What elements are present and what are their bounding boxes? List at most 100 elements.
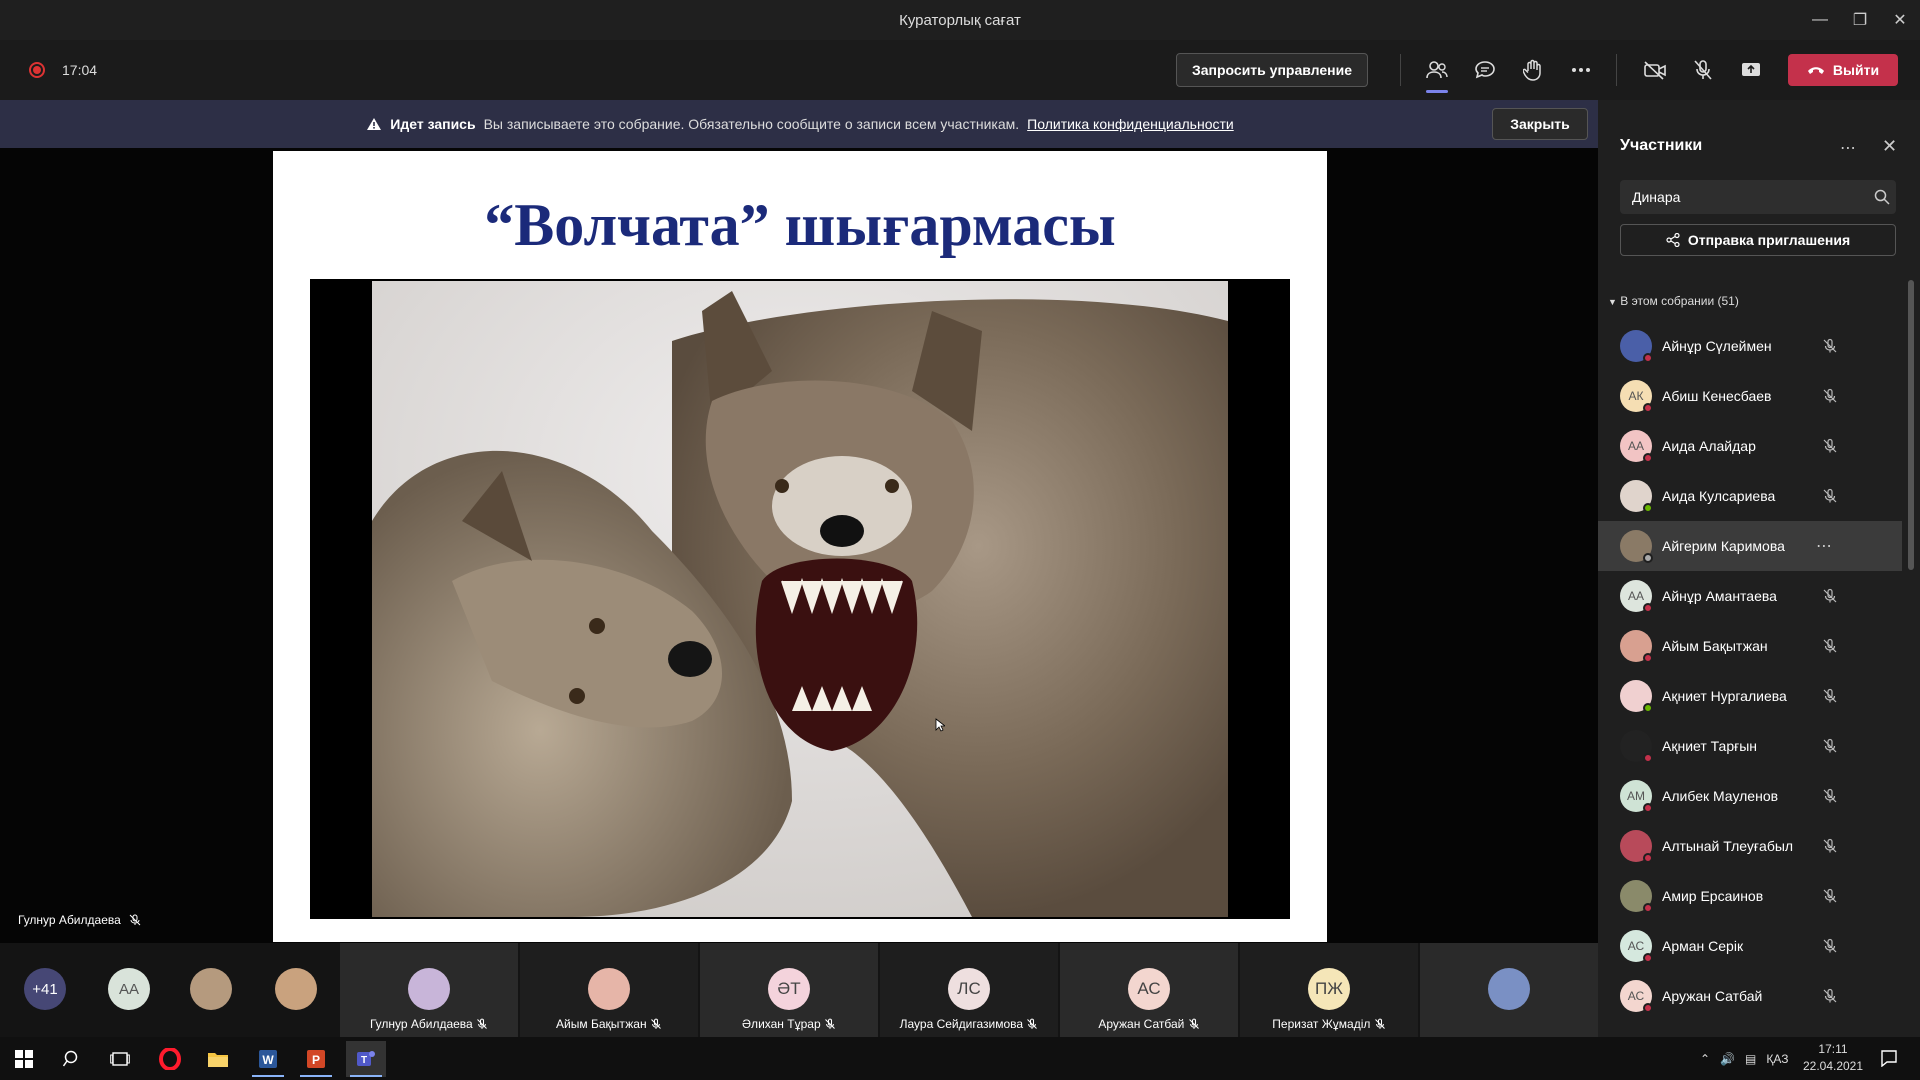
- panel-more-icon[interactable]: ⋯: [1840, 138, 1856, 158]
- windows-start-icon[interactable]: [4, 1041, 44, 1077]
- participant-row[interactable]: Айнұр Сүлеймен: [1598, 321, 1902, 371]
- participant-row[interactable]: АС Аружан Сатбай: [1598, 971, 1902, 1021]
- gallery-avatar[interactable]: [190, 968, 232, 1010]
- video-tile[interactable]: ӘТ Әлихан Тұрар: [700, 943, 878, 1037]
- participant-search-input[interactable]: [1620, 180, 1896, 214]
- participant-gallery: +41 АА Гулнур Абилдаева Айым Бақытжан ӘТ…: [0, 943, 1598, 1037]
- chat-icon[interactable]: [1470, 55, 1500, 85]
- network-icon[interactable]: ▤: [1745, 1052, 1756, 1066]
- participant-more-icon[interactable]: ⋯: [1816, 536, 1832, 556]
- send-invite-button[interactable]: Отправка приглашения: [1620, 224, 1896, 256]
- tile-name-text: Айым Бақытжан: [556, 1017, 647, 1031]
- muted-mic-icon: [1822, 838, 1838, 854]
- privacy-policy-link[interactable]: Политика конфиденциальности: [1027, 116, 1234, 132]
- video-tile[interactable]: ПЖ Перизат Жұмаділ: [1240, 943, 1418, 1037]
- participant-name: Аида Кулсариева: [1662, 488, 1776, 504]
- muted-mic-icon: [1822, 888, 1838, 904]
- meeting-timer: 17:04: [62, 62, 98, 78]
- minimize-icon[interactable]: —: [1800, 0, 1840, 40]
- teams-icon[interactable]: T: [346, 1041, 386, 1077]
- tile-name: Аружан Сатбай: [1060, 1017, 1238, 1031]
- camera-off-icon[interactable]: [1640, 55, 1670, 85]
- participant-list: Айнұр Сүлеймен АК Абиш Кенесбаев АА Аида Ала…: [1598, 321, 1902, 1021]
- keyboard-language[interactable]: ҚАЗ: [1766, 1052, 1788, 1066]
- video-tile[interactable]: Айым Бақытжан: [520, 943, 698, 1037]
- muted-mic-icon: [1822, 788, 1838, 804]
- tile-avatar: ӘТ: [768, 968, 810, 1010]
- word-icon[interactable]: W: [248, 1041, 288, 1077]
- clock-date: 22.04.2021: [1802, 1059, 1864, 1073]
- mic-off-icon[interactable]: [1688, 55, 1718, 85]
- panel-scrollbar[interactable]: [1908, 280, 1914, 570]
- more-actions-icon[interactable]: [1566, 55, 1596, 85]
- search-taskbar-icon[interactable]: [52, 1041, 92, 1077]
- request-control-button[interactable]: Запросить управление: [1176, 53, 1368, 87]
- tile-avatar: [1488, 968, 1530, 1010]
- participant-name: Алтынай Тлеуғабыл: [1662, 838, 1794, 854]
- gallery-avatar[interactable]: АА: [108, 968, 150, 1010]
- presence-status-icon: [1643, 553, 1653, 563]
- video-tile[interactable]: ЛС Лаура Сейдигазимова: [880, 943, 1058, 1037]
- avatar: [1620, 830, 1653, 863]
- tile-avatar: АС: [1128, 968, 1170, 1010]
- taskbar-clock[interactable]: 17:11 22.04.2021: [1788, 1041, 1878, 1075]
- participant-name: Арман Серік: [1662, 938, 1744, 954]
- participants-icon[interactable]: [1422, 55, 1452, 93]
- video-tile[interactable]: АС Аружан Сатбай: [1060, 943, 1238, 1037]
- presence-status-icon: [1643, 953, 1653, 963]
- avatar: [1620, 680, 1653, 713]
- presentation-slide: “Волчата” шығармасы: [273, 151, 1327, 942]
- raise-hand-icon[interactable]: [1518, 55, 1548, 85]
- participant-row[interactable]: Айгерим Каримова ⋯: [1598, 521, 1902, 571]
- gallery-avatar[interactable]: [275, 968, 317, 1010]
- video-tile[interactable]: [1420, 943, 1598, 1037]
- close-banner-button[interactable]: Закрыть: [1492, 108, 1588, 140]
- opera-browser-icon[interactable]: [150, 1041, 190, 1077]
- leave-button[interactable]: Выйти: [1788, 54, 1898, 86]
- avatar: [1620, 480, 1653, 513]
- participant-row[interactable]: АК Абиш Кенесбаев: [1598, 371, 1902, 421]
- tile-name-text: Перизат Жұмаділ: [1272, 1017, 1371, 1031]
- file-explorer-icon[interactable]: [198, 1041, 238, 1077]
- tile-name: Гулнур Абилдаева: [340, 1017, 518, 1031]
- participant-row[interactable]: АА Аида Алайдар: [1598, 421, 1902, 471]
- participant-row[interactable]: АМ Алибек Мауленов: [1598, 771, 1902, 821]
- participant-name: Ақниет Нургалиева: [1662, 688, 1787, 704]
- share-screen-icon[interactable]: [1736, 55, 1766, 85]
- avatar-initials: АМ: [1627, 789, 1645, 803]
- task-view-icon[interactable]: [100, 1041, 140, 1077]
- svg-text:T: T: [361, 1055, 367, 1066]
- toolbar-divider: [1616, 54, 1617, 86]
- participant-row[interactable]: АА Айнұр Амантаева: [1598, 571, 1902, 621]
- participant-row[interactable]: Ақниет Нургалиева: [1598, 671, 1902, 721]
- avatar-initials: АС: [1627, 939, 1645, 953]
- notifications-icon[interactable]: [1880, 1049, 1898, 1067]
- in-meeting-section-header[interactable]: ▼ В этом собрании (51): [1608, 294, 1739, 308]
- volume-icon[interactable]: 🔊: [1720, 1052, 1735, 1066]
- restore-icon[interactable]: ❐: [1840, 0, 1880, 40]
- tile-avatar: ЛС: [948, 968, 990, 1010]
- participant-name: Аида Алайдар: [1662, 438, 1756, 454]
- close-window-icon[interactable]: ✕: [1880, 0, 1920, 40]
- video-tile[interactable]: Гулнур Абилдаева: [340, 943, 518, 1037]
- participant-name: Аружан Сатбай: [1662, 988, 1763, 1004]
- participant-row[interactable]: Ақниет Тарғын: [1598, 721, 1902, 771]
- chevron-up-icon[interactable]: ⌃: [1700, 1052, 1710, 1066]
- participant-row[interactable]: Алтынай Тлеуғабыл: [1598, 821, 1902, 871]
- presence-status-icon: [1643, 403, 1653, 413]
- search-icon[interactable]: [1874, 189, 1890, 205]
- panel-close-icon[interactable]: ✕: [1882, 136, 1897, 157]
- participant-row[interactable]: Айым Бақытжан: [1598, 621, 1902, 671]
- avatar: [1620, 730, 1653, 763]
- participant-name: Абиш Кенесбаев: [1662, 388, 1772, 404]
- participant-row[interactable]: Аида Кулсариева: [1598, 471, 1902, 521]
- participant-name: Айнұр Амантаева: [1662, 588, 1777, 604]
- powerpoint-icon[interactable]: P: [296, 1041, 336, 1077]
- participant-row[interactable]: АС Арман Серік: [1598, 921, 1902, 971]
- window-titlebar: Кураторлық сағат — ❐ ✕: [0, 0, 1920, 40]
- more-participants-badge[interactable]: +41: [24, 968, 66, 1010]
- meeting-toolbar: 17:04 Запросить управление Выйти: [0, 40, 1920, 100]
- avatar-initials: АС: [1627, 989, 1645, 1003]
- presenter-label: Гулнур Абилдаева: [18, 913, 141, 927]
- participant-row[interactable]: Амир Ерсаинов: [1598, 871, 1902, 921]
